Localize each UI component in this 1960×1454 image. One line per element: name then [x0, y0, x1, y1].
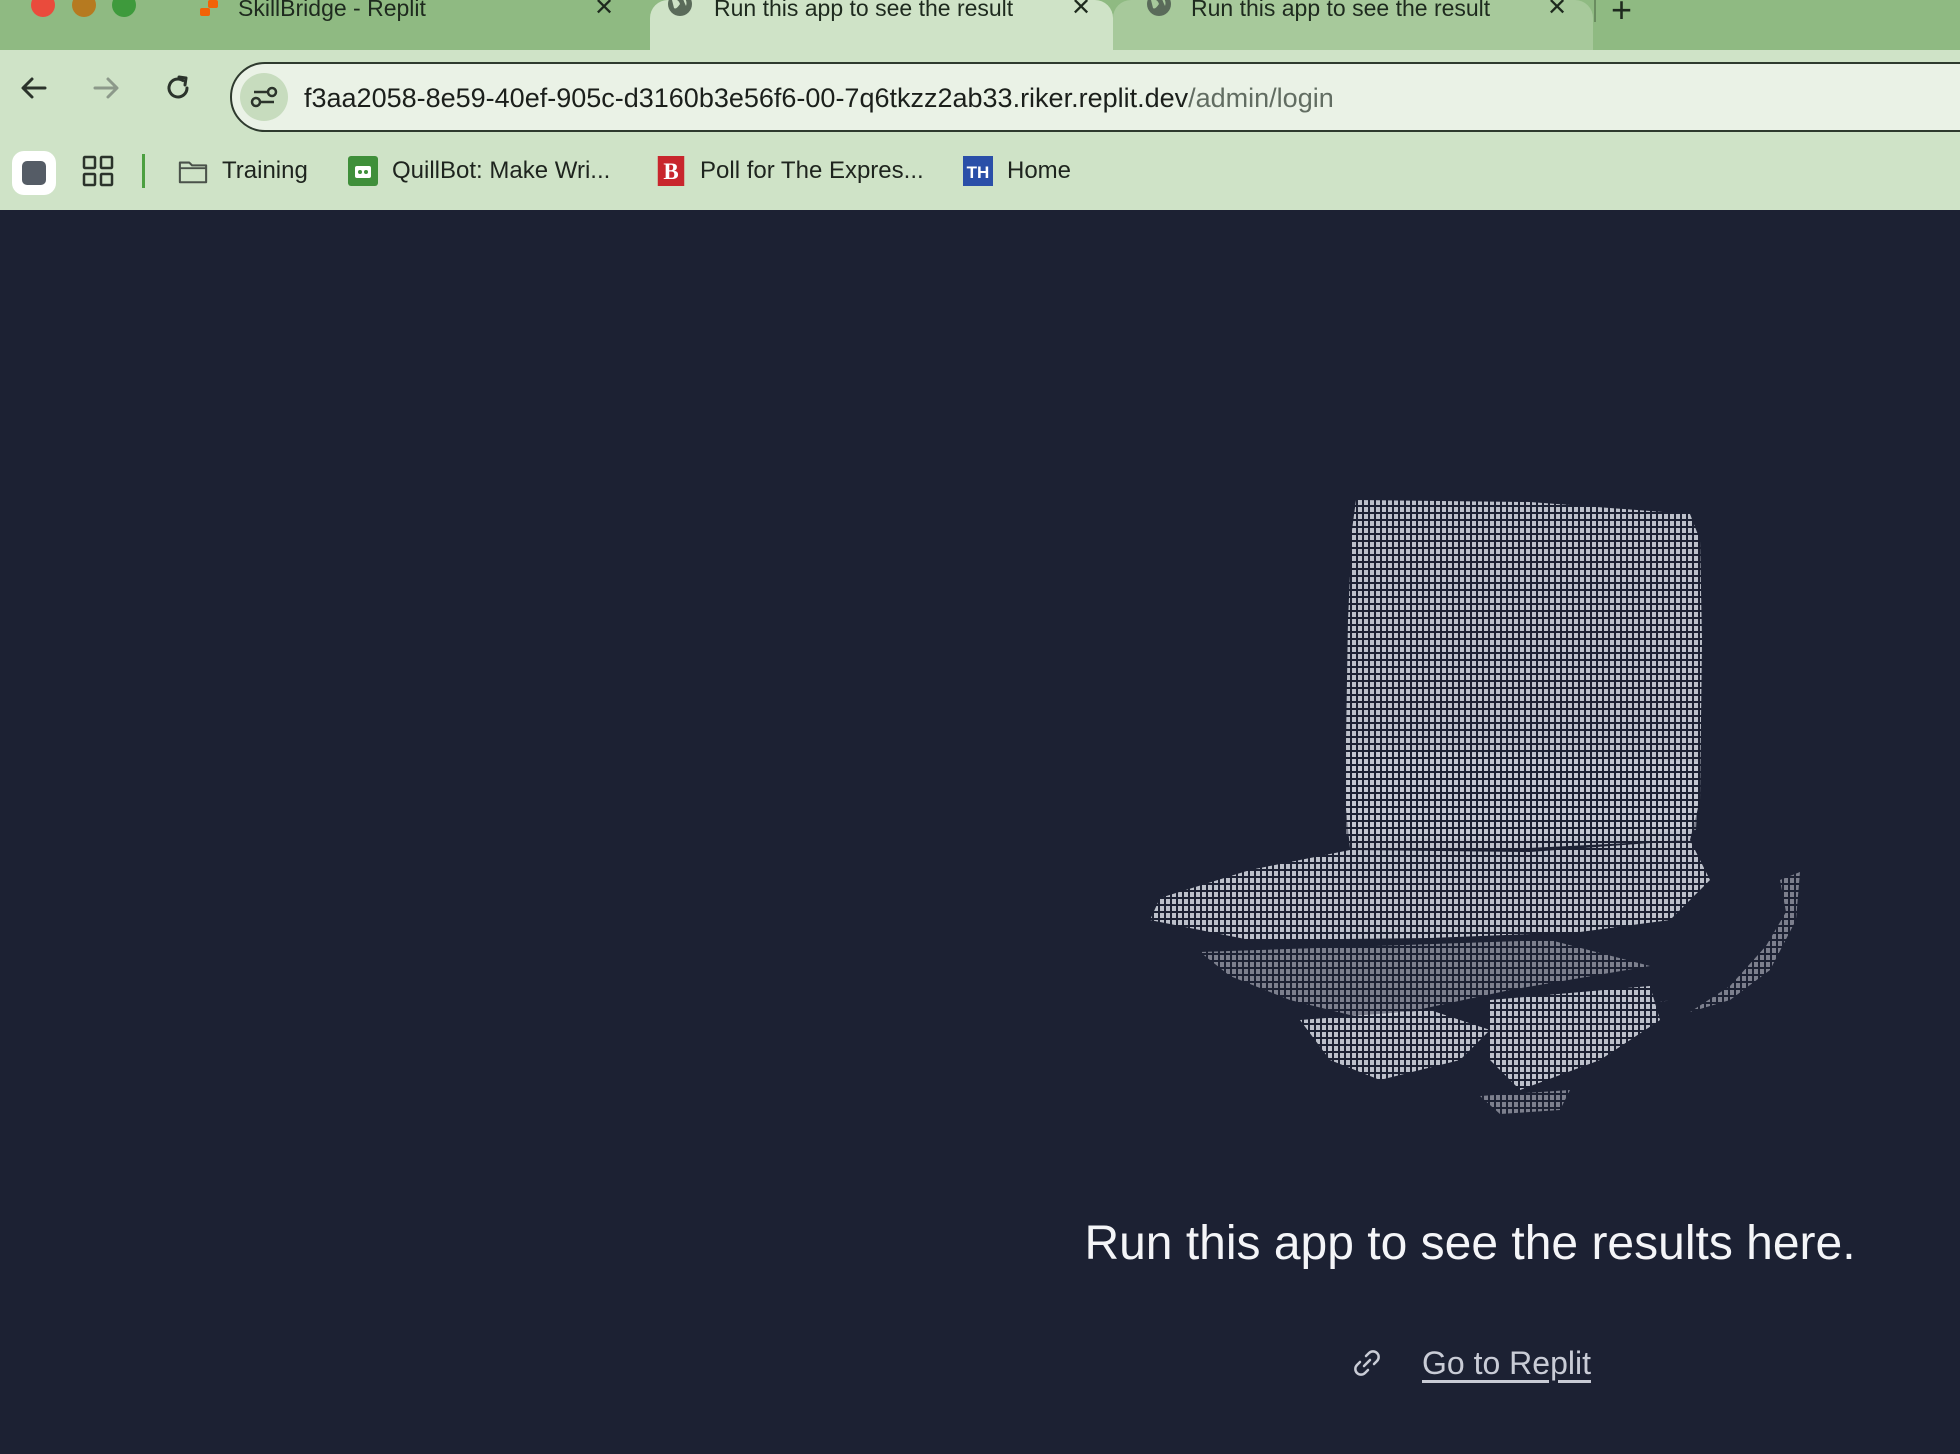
svg-text:TH: TH: [967, 163, 990, 182]
tab-title: Run this app to see the result: [1191, 0, 1491, 21]
replit-icon: [200, 0, 218, 16]
tab-strip: SkillBridge - Replit ✕ Run this app to s…: [0, 0, 1960, 50]
svg-text:B: B: [663, 159, 678, 184]
tab-close-icon[interactable]: ✕: [1071, 0, 1091, 20]
bookmark-poll[interactable]: B Poll for The Expres...: [656, 153, 924, 189]
tab-skillbridge[interactable]: SkillBridge - Replit ✕: [0, 0, 650, 50]
apps-grid-icon[interactable]: [82, 155, 114, 187]
globe-icon: [668, 0, 692, 16]
extension-icon[interactable]: [12, 151, 56, 195]
browser-toolbar: f3aa2058-8e59-40ef-905c-d3160b3e56f6-00-…: [0, 50, 1960, 140]
url-path: /admin/login: [1188, 83, 1334, 113]
tab-run-app-active[interactable]: Run this app to see the result ✕: [650, 0, 1113, 50]
reload-icon: [167, 75, 189, 99]
link-icon: [1354, 1350, 1380, 1376]
forward-button[interactable]: [86, 68, 126, 108]
url-host: f3aa2058-8e59-40ef-905c-d3160b3e56f6-00-…: [304, 83, 1189, 113]
bookmarks-bar: Training QuillBot: Make Wri... B Poll fo…: [0, 140, 1960, 210]
tune-icon: [250, 86, 278, 108]
new-tab-button[interactable]: +: [1611, 0, 1632, 28]
site-info-button[interactable]: [240, 73, 288, 121]
go-to-replit-label[interactable]: Go to Replit: [1422, 1345, 1591, 1382]
back-button[interactable]: [14, 68, 54, 108]
arrow-right-icon: [93, 77, 119, 99]
run-app-message: Run this app to see the results here.: [1084, 1217, 1856, 1270]
url-text: f3aa2058-8e59-40ef-905c-d3160b3e56f6-00-…: [304, 82, 1334, 114]
tab-divider: [1594, 0, 1596, 22]
tab-title: SkillBridge - Replit: [238, 0, 426, 21]
bookmark-home[interactable]: TH Home: [963, 153, 1071, 189]
tab-title: Run this app to see the result: [714, 0, 1014, 21]
page-content: Run this app to see the results here. Go…: [0, 210, 1960, 1454]
th-logo-icon: TH: [963, 156, 993, 186]
ascii-art-hat-illustration: [1150, 500, 1800, 1114]
tab-run-app[interactable]: Run this app to see the result ✕: [1113, 0, 1593, 50]
bookmark-quillbot[interactable]: QuillBot: Make Wri...: [348, 153, 610, 189]
bookmark-label: Home: [1007, 157, 1072, 184]
globe-icon: [1147, 0, 1171, 16]
address-bar[interactable]: f3aa2058-8e59-40ef-905c-d3160b3e56f6-00-…: [230, 62, 1960, 132]
bookmark-label: Poll for The Expres...: [700, 157, 924, 184]
bookmark-label: Training: [222, 157, 308, 184]
tab-close-icon[interactable]: ✕: [1547, 0, 1567, 20]
go-to-replit-link[interactable]: Go to Replit: [1350, 1338, 1591, 1388]
b-logo-icon: B: [657, 156, 685, 186]
bookmark-label: QuillBot: Make Wri...: [392, 157, 611, 184]
tab-close-icon[interactable]: ✕: [594, 0, 614, 20]
bookmarks-divider: [142, 154, 145, 188]
quillbot-icon: [348, 156, 378, 186]
bookmark-training[interactable]: Training: [178, 153, 308, 189]
reload-button[interactable]: [158, 68, 198, 108]
folder-icon: [178, 161, 208, 184]
arrow-left-icon: [21, 77, 47, 99]
